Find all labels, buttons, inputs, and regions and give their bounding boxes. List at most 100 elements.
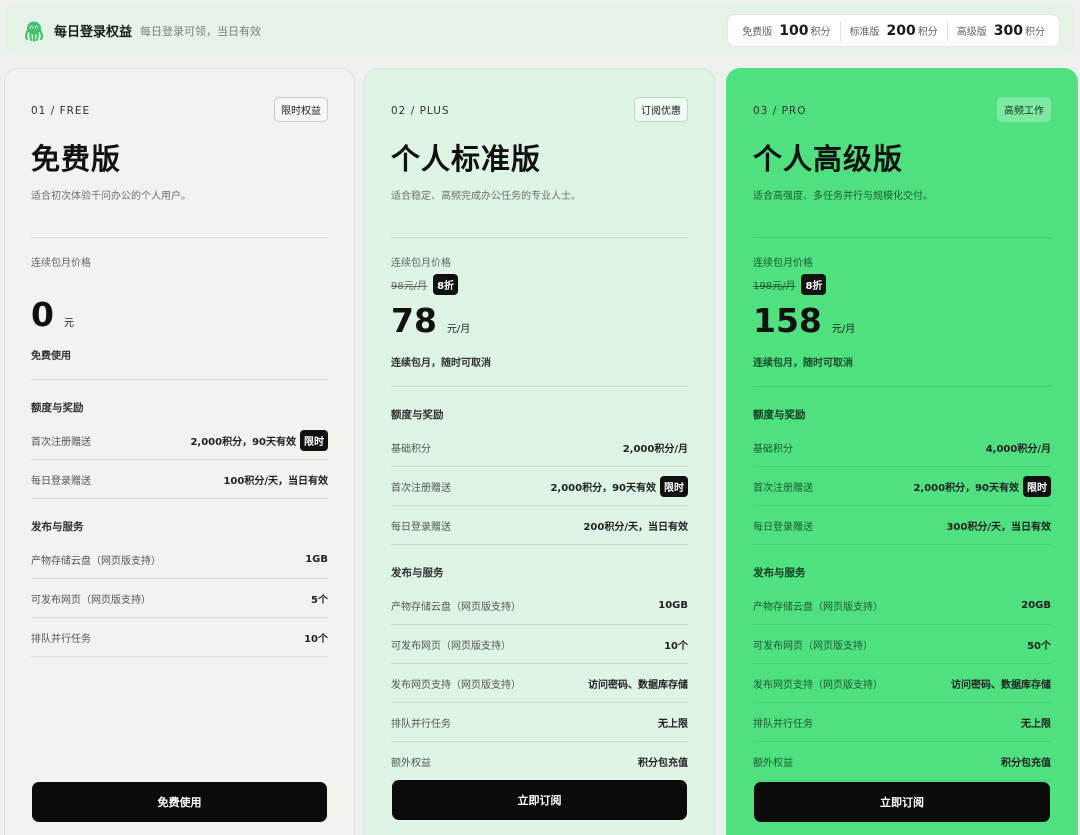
feature-label: 发布网页支持（网页版支持） xyxy=(753,679,883,691)
plan-tag-badge: 高频工作 xyxy=(997,97,1051,122)
feature-label: 排队并行任务 xyxy=(753,718,813,730)
plan-price: 78 xyxy=(391,301,437,340)
feature-label: 每日登录赠送 xyxy=(31,475,91,487)
points-value: 200 xyxy=(886,22,916,39)
section-title: 额度与奖励 xyxy=(31,402,84,414)
feature-row: 每日登录赠送 300积分/天，当日有效 xyxy=(753,506,1051,545)
feature-value: 2,000积分，90天有效 限时 xyxy=(550,475,688,497)
feature-row: 可发布网页（网页版支持） 10个 xyxy=(391,625,688,664)
points-value: 100 xyxy=(779,22,809,39)
price-unit: 元/月 xyxy=(446,324,471,335)
free-use-button[interactable]: 免费使用 xyxy=(32,782,327,822)
divider xyxy=(31,237,328,238)
feature-label: 排队并行任务 xyxy=(31,633,91,645)
price-label: 连续包月价格 xyxy=(391,258,451,269)
feature-row: 产物存储云盘（网页版支持） 10GB xyxy=(391,586,688,625)
feature-row: 可发布网页（网页版支持） 50个 xyxy=(753,625,1051,664)
original-price: 98元/月 xyxy=(391,280,428,292)
feature-value: 无上限 xyxy=(658,718,688,730)
feature-value: 无上限 xyxy=(1021,718,1051,730)
feature-label: 排队并行任务 xyxy=(391,718,451,730)
original-price: 198元/月 xyxy=(753,280,796,292)
points-unit: 积分 xyxy=(810,27,831,38)
feature-label: 可发布网页（网页版支持） xyxy=(31,594,151,606)
plan-price: 0 xyxy=(31,295,54,334)
feature-value: 300积分/天，当日有效 xyxy=(946,521,1051,533)
feature-value: 4,000积分/月 xyxy=(985,443,1051,455)
points-unit: 积分 xyxy=(1025,27,1045,38)
feature-row: 每日登录赠送 100积分/天，当日有效 xyxy=(31,460,328,499)
price-label: 连续包月价格 xyxy=(31,258,91,269)
section-title: 额度与奖励 xyxy=(391,409,444,421)
feature-row: 每日登录赠送 200积分/天，当日有效 xyxy=(391,506,688,545)
price-note: 连续包月，随时可取消 xyxy=(753,358,853,369)
header-bar: 每日登录权益 每日登录可领，当日有效 免费版 100 积分 标准版 200 积分… xyxy=(6,5,1074,56)
points-premium: 高级版 300 积分 xyxy=(946,20,1054,41)
feature-row: 基础积分 4,000积分/月 xyxy=(753,428,1051,467)
feature-value: 2,000积分，90天有效 限时 xyxy=(913,475,1051,497)
plan-title: 免费版 xyxy=(31,142,122,176)
divider xyxy=(391,237,688,238)
feature-label: 可发布网页（网页版支持） xyxy=(391,640,511,652)
points-standard: 标准版 200 积分 xyxy=(839,20,947,41)
original-price-row: 198元/月 8折 xyxy=(753,273,1051,295)
feature-row: 基础积分 2,000积分/月 xyxy=(391,428,688,467)
subscribe-plus-button[interactable]: 立即订阅 xyxy=(392,780,687,820)
daily-points-summary: 免费版 100 积分 标准版 200 积分 高级版 300 积分 xyxy=(727,14,1060,47)
feature-value-text: 2,000积分，90天有效 xyxy=(550,482,656,494)
feature-row: 产物存储云盘（网页版支持） 20GB xyxy=(753,586,1051,625)
feature-value: 访问密码、数据库存储 xyxy=(951,679,1051,691)
feature-value: 1GB xyxy=(305,553,328,565)
feature-row: 排队并行任务 10个 xyxy=(31,618,328,657)
feature-row: 首次注册赠送 2,000积分，90天有效 限时 xyxy=(753,467,1051,506)
feature-value: 5个 xyxy=(311,594,328,606)
feature-label: 产物存储云盘（网页版支持） xyxy=(391,601,521,613)
subscribe-pro-button[interactable]: 立即订阅 xyxy=(754,782,1050,822)
feature-value: 积分包充值 xyxy=(1001,757,1051,769)
section-title: 额度与奖励 xyxy=(753,409,806,421)
plan-card-free: 01 / FREE 限时权益 免费版 适合初次体验千问办公的个人用户。 连续包月… xyxy=(4,68,355,835)
section-title: 发布与服务 xyxy=(753,567,806,579)
discount-badge: 8折 xyxy=(801,273,827,295)
feature-row: 排队并行任务 无上限 xyxy=(753,703,1051,742)
price-unit: 元/月 xyxy=(831,324,856,335)
feature-label: 首次注册赠送 xyxy=(391,482,451,494)
feature-row: 可发布网页（网页版支持） 5个 xyxy=(31,579,328,618)
feature-value: 2,000积分/月 xyxy=(622,443,688,455)
section-title: 发布与服务 xyxy=(31,521,84,533)
feature-value: 200积分/天，当日有效 xyxy=(583,521,688,533)
original-price-row: 98元/月 8折 xyxy=(391,273,688,295)
feature-label: 首次注册赠送 xyxy=(753,482,813,494)
feature-value-text: 2,000积分，90天有效 xyxy=(190,436,296,448)
feature-row: 产物存储云盘（网页版支持） 1GB xyxy=(31,540,328,579)
divider xyxy=(31,379,328,380)
feature-value: 10GB xyxy=(658,599,688,611)
points-plan-name: 免费版 xyxy=(742,27,773,38)
limited-badge: 限时 xyxy=(1023,475,1051,497)
price-note: 连续包月，随时可取消 xyxy=(391,358,491,369)
plan-title: 个人标准版 xyxy=(391,142,542,176)
plan-price: 158 xyxy=(753,301,822,340)
octopus-logo-icon xyxy=(25,21,43,42)
plan-tag-badge: 订阅优惠 xyxy=(634,97,688,122)
plan-card-plus: 02 / PLUS 订阅优惠 个人标准版 适合稳定、高频完成办公任务的专业人士。… xyxy=(364,68,715,835)
limited-badge: 限时 xyxy=(660,475,688,497)
price-row: 78 元/月 xyxy=(391,301,688,340)
plan-subtitle: 适合稳定、高频完成办公任务的专业人士。 xyxy=(391,191,581,202)
feature-label: 每日登录赠送 xyxy=(391,521,451,533)
price-row: 0 元 xyxy=(31,295,328,334)
feature-value: 50个 xyxy=(1027,640,1051,652)
feature-value: 20GB xyxy=(1021,599,1051,611)
points-plan-name: 标准版 xyxy=(849,27,880,38)
feature-row: 发布网页支持（网页版支持） 访问密码、数据库存储 xyxy=(753,664,1051,703)
feature-label: 发布网页支持（网页版支持） xyxy=(391,679,521,691)
price-label: 连续包月价格 xyxy=(753,258,813,269)
points-plan-name: 高级版 xyxy=(956,27,987,38)
limited-badge: 限时 xyxy=(300,429,328,451)
feature-row: 首次注册赠送 2,000积分，90天有效 限时 xyxy=(31,421,328,460)
plan-code: 01 / FREE xyxy=(31,105,91,117)
price-row: 158 元/月 xyxy=(753,301,1051,340)
feature-value: 访问密码、数据库存储 xyxy=(588,679,688,691)
feature-label: 基础积分 xyxy=(391,443,431,455)
feature-row: 排队并行任务 无上限 xyxy=(391,703,688,742)
